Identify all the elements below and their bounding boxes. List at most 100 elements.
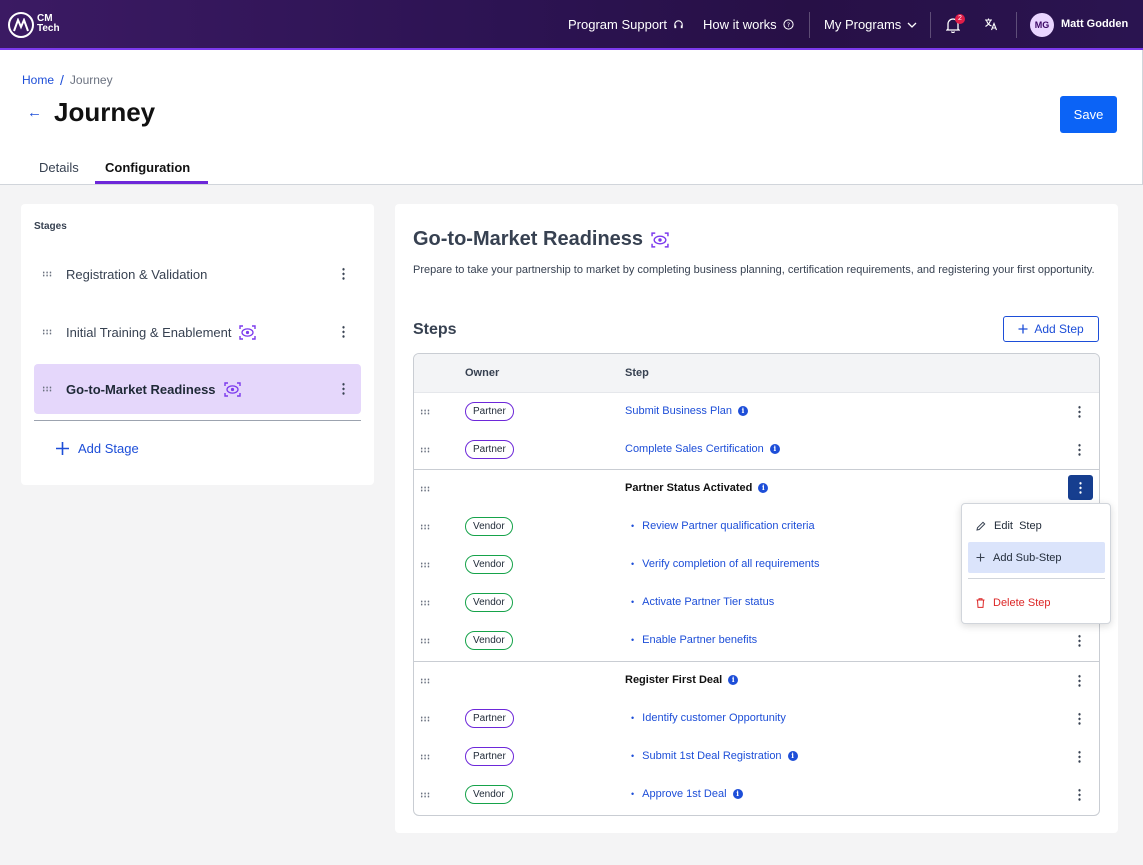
drag-handle-icon[interactable] bbox=[420, 562, 430, 568]
drag-handle-icon[interactable] bbox=[420, 754, 430, 760]
step-options-menu: Edit Step Add Sub-Step Delete Step bbox=[961, 503, 1111, 624]
bullet-icon: • bbox=[631, 521, 635, 531]
owner-badge: Partner bbox=[465, 709, 514, 728]
bullet-icon: • bbox=[631, 713, 635, 723]
drag-handle-icon[interactable] bbox=[420, 638, 430, 644]
more-vertical-icon[interactable] bbox=[1078, 750, 1081, 764]
step-group-title[interactable]: Register First Deal i bbox=[625, 674, 739, 686]
drag-handle-icon[interactable] bbox=[420, 716, 430, 722]
info-icon[interactable]: i bbox=[732, 789, 743, 799]
info-icon[interactable]: i bbox=[787, 751, 798, 761]
target-eye-icon bbox=[223, 381, 241, 397]
drag-handle-icon[interactable] bbox=[420, 486, 430, 492]
nav-divider bbox=[1016, 12, 1017, 38]
brand-name: CM Tech bbox=[37, 13, 60, 34]
more-vertical-icon[interactable] bbox=[342, 325, 345, 339]
user-avatar[interactable]: MG bbox=[1030, 13, 1054, 37]
owner-badge: Vendor bbox=[465, 593, 513, 612]
plus-icon bbox=[976, 553, 985, 562]
info-icon[interactable]: i bbox=[728, 675, 739, 685]
table-row: Partner Submit Business Plan i bbox=[414, 393, 1099, 431]
sub-step-link[interactable]: • Review Partner qualification criteria bbox=[631, 520, 815, 532]
more-options-button-active[interactable] bbox=[1068, 475, 1093, 500]
drag-handle-icon[interactable] bbox=[420, 792, 430, 798]
brand-logo-icon[interactable] bbox=[8, 12, 34, 38]
table-row: Partner Complete Sales Certification i bbox=[414, 431, 1099, 469]
more-vertical-icon[interactable] bbox=[1078, 712, 1081, 726]
translate-icon[interactable] bbox=[984, 17, 998, 31]
menu-item-delete-step[interactable]: Delete Step bbox=[968, 587, 1105, 618]
owner-badge: Partner bbox=[465, 747, 514, 766]
step-link[interactable]: Submit Business Plan i bbox=[625, 405, 748, 417]
bullet-icon: • bbox=[631, 789, 635, 799]
bullet-icon: • bbox=[631, 597, 635, 607]
more-vertical-icon[interactable] bbox=[342, 382, 345, 396]
nav-divider bbox=[809, 12, 810, 38]
user-name[interactable]: Matt Godden bbox=[1061, 18, 1128, 30]
active-tab-indicator bbox=[95, 181, 208, 184]
more-vertical-icon[interactable] bbox=[1078, 788, 1081, 802]
more-vertical-icon[interactable] bbox=[1078, 443, 1081, 457]
table-row-group: Register First Deal i bbox=[414, 662, 1099, 700]
svg-text:?: ? bbox=[786, 21, 789, 29]
stage-item[interactable]: Registration & Validation bbox=[34, 249, 361, 299]
bullet-icon: • bbox=[631, 559, 635, 569]
pencil-icon bbox=[976, 521, 986, 531]
drag-handle-icon[interactable] bbox=[420, 409, 430, 415]
column-header-step: Step bbox=[625, 367, 649, 379]
drag-handle-icon[interactable] bbox=[420, 678, 430, 684]
sub-step-link[interactable]: • Identify customer Opportunity bbox=[631, 712, 786, 724]
step-group-title[interactable]: Partner Status Activated i bbox=[625, 482, 769, 494]
more-vertical-icon[interactable] bbox=[1078, 674, 1081, 688]
back-arrow-icon[interactable]: ← bbox=[27, 104, 42, 121]
breadcrumb-current: Journey bbox=[69, 73, 113, 87]
stage-description: Prepare to take your partnership to mark… bbox=[413, 264, 1095, 276]
divider bbox=[34, 420, 361, 421]
page-header: Home / Journey ← Journey Save Details Co… bbox=[0, 50, 1143, 185]
top-navigation-bar: CM Tech Program Support How it works ? M… bbox=[0, 0, 1143, 50]
target-eye-icon bbox=[651, 231, 669, 248]
breadcrumb-home-link[interactable]: Home bbox=[22, 73, 54, 87]
table-row: Vendor • Enable Partner benefits bbox=[414, 622, 1099, 660]
info-icon[interactable]: i bbox=[769, 444, 780, 454]
step-link[interactable]: Complete Sales Certification i bbox=[625, 443, 780, 455]
menu-item-add-sub-step[interactable]: Add Sub-Step bbox=[968, 542, 1105, 573]
more-vertical-icon[interactable] bbox=[1078, 634, 1081, 648]
sub-step-link[interactable]: • Verify completion of all requirements bbox=[631, 558, 819, 570]
my-programs-dropdown[interactable]: My Programs bbox=[824, 17, 917, 32]
trash-icon bbox=[976, 597, 985, 608]
target-eye-icon bbox=[239, 324, 257, 340]
save-button[interactable]: Save bbox=[1060, 96, 1117, 133]
breadcrumb-separator: / bbox=[60, 72, 64, 88]
sub-step-link[interactable]: • Approve 1st Deal i bbox=[631, 788, 743, 800]
info-icon[interactable]: i bbox=[758, 483, 769, 493]
how-it-works-link[interactable]: How it works ? bbox=[703, 17, 794, 32]
drag-handle-icon[interactable] bbox=[42, 271, 52, 277]
tab-configuration[interactable]: Configuration bbox=[105, 160, 190, 175]
drag-handle-icon[interactable] bbox=[420, 524, 430, 530]
stages-heading: Stages bbox=[34, 221, 67, 232]
program-support-link[interactable]: Program Support bbox=[568, 17, 684, 32]
drag-handle-icon[interactable] bbox=[42, 329, 52, 335]
menu-item-edit-step[interactable]: Edit Step bbox=[968, 510, 1105, 541]
owner-badge: Vendor bbox=[465, 517, 513, 536]
sub-step-link[interactable]: • Enable Partner benefits bbox=[631, 634, 757, 646]
sub-step-link[interactable]: • Submit 1st Deal Registration i bbox=[631, 750, 798, 762]
owner-badge: Partner bbox=[465, 402, 514, 421]
breadcrumb: Home / Journey bbox=[22, 72, 113, 88]
info-icon[interactable]: i bbox=[738, 406, 748, 416]
more-vertical-icon[interactable] bbox=[342, 267, 345, 281]
more-vertical-icon[interactable] bbox=[1078, 405, 1081, 419]
stage-item-active[interactable]: Go-to-Market Readiness bbox=[34, 364, 361, 414]
stage-item[interactable]: Initial Training & Enablement bbox=[34, 307, 361, 357]
bullet-icon: • bbox=[631, 751, 635, 761]
tab-details[interactable]: Details bbox=[39, 160, 79, 175]
add-stage-button[interactable]: Add Stage bbox=[55, 441, 139, 456]
sub-step-link[interactable]: • Activate Partner Tier status bbox=[631, 596, 774, 608]
drag-handle-icon[interactable] bbox=[420, 447, 430, 453]
add-step-button[interactable]: Add Step bbox=[1003, 316, 1099, 342]
chevron-down-icon bbox=[907, 22, 917, 28]
more-vertical-icon bbox=[1079, 481, 1082, 495]
drag-handle-icon[interactable] bbox=[420, 600, 430, 606]
drag-handle-icon[interactable] bbox=[42, 386, 52, 392]
